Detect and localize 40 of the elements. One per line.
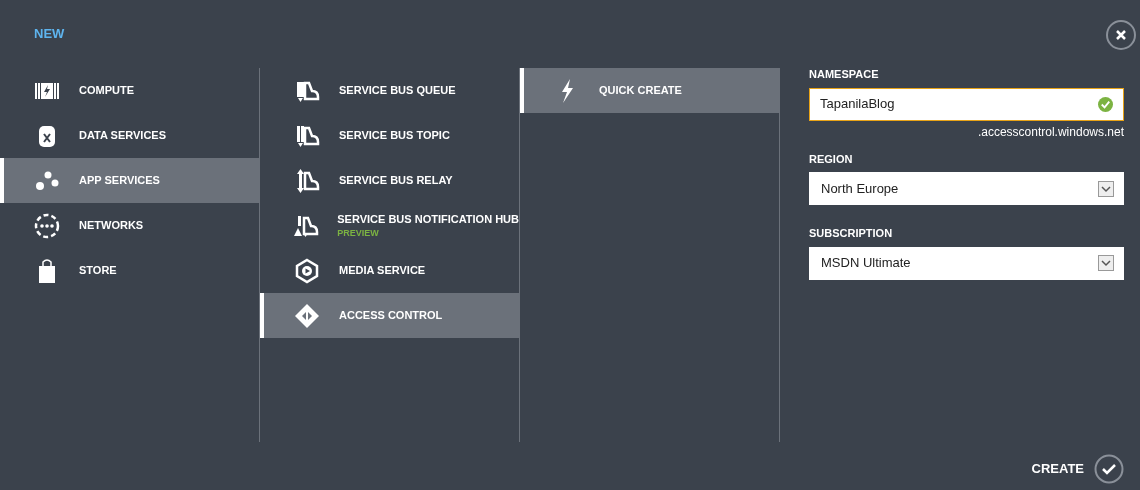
menu-item[interactable]: STORE <box>0 248 259 293</box>
menu-item[interactable]: QUICK CREATE <box>520 68 779 113</box>
dropdown[interactable]: MSDN Ultimate <box>809 246 1124 280</box>
menu-item-label: QUICK CREATE <box>599 83 682 99</box>
menu-item-label: APP SERVICES <box>79 173 160 189</box>
menu-item-label: DATA SERVICES <box>79 128 166 144</box>
dotted-circle-icon <box>32 211 61 240</box>
menu-item[interactable]: COMPUTE <box>0 68 259 113</box>
menu-item-label: SERVICE BUS QUEUE <box>339 83 456 99</box>
checkmark-icon <box>1094 454 1124 484</box>
chevron-down-icon <box>1098 255 1114 271</box>
field-label: SUBSCRIPTION <box>809 226 894 241</box>
menu-item[interactable]: MEDIA SERVICE <box>260 248 519 293</box>
field-label: REGION <box>809 151 854 167</box>
menu-item-label: STORE <box>79 263 117 279</box>
dropdown[interactable]: North Europe <box>809 172 1124 205</box>
menu-item-label: SERVICE BUS NOTIFICATION HUB <box>337 211 519 227</box>
menu-item[interactable]: SERVICE BUS TOPIC <box>260 113 519 158</box>
preview-label: PREVIEW <box>337 227 379 240</box>
close-button[interactable] <box>1106 20 1136 50</box>
field-label: NAMESPACE <box>809 67 880 82</box>
close-icon <box>1115 29 1127 41</box>
namespace-field[interactable]: TapanilaBlog <box>809 87 1124 121</box>
menu-item[interactable]: NETWORKS <box>0 203 259 248</box>
menu-item[interactable]: DATA SERVICES <box>0 113 259 158</box>
menu-item[interactable]: ACCESS CONTROL <box>260 293 519 338</box>
dialog-title: NEW <box>34 25 65 43</box>
menu-item-label: SERVICE BUS RELAY <box>339 173 453 189</box>
create-button[interactable]: CREATE <box>1031 454 1124 484</box>
menu-item-label: SERVICE BUS TOPIC <box>339 128 450 144</box>
chevron-down-icon <box>1098 180 1114 197</box>
menu-item-label: MEDIA SERVICE <box>339 263 426 279</box>
domain-suffix: .accesscontrol.windows.net <box>977 123 1124 141</box>
menu-item[interactable]: SERVICE BUS NOTIFICATION HUB PREVIEW <box>260 203 519 248</box>
menu-item-label: NETWORKS <box>79 218 144 234</box>
menu-item-label: COMPUTE <box>79 83 134 99</box>
menu-item[interactable]: SERVICE BUS QUEUE <box>260 68 519 113</box>
menu-item-label: ACCESS CONTROL <box>339 308 443 324</box>
menu-item[interactable]: SERVICE BUS RELAY <box>260 158 519 203</box>
menu-item[interactable]: APP SERVICES <box>0 158 259 203</box>
